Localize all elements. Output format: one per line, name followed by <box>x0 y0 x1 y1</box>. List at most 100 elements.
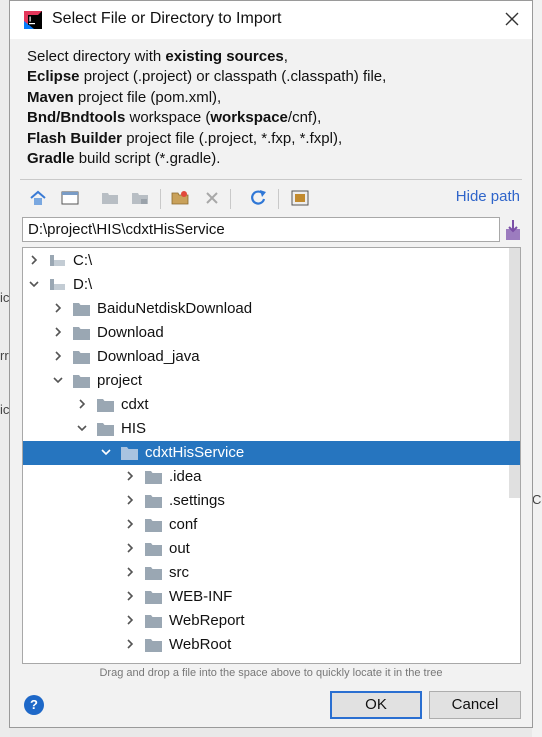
chevron-down-icon[interactable] <box>77 423 87 433</box>
folder-icon <box>145 615 162 628</box>
path-field[interactable] <box>22 217 500 242</box>
folder-icon <box>145 519 162 532</box>
tree-row[interactable]: HIS <box>23 417 508 441</box>
description-emphasis: Flash Builder <box>27 129 123 147</box>
show-hidden-button[interactable] <box>288 186 312 210</box>
refresh-button[interactable] <box>246 186 270 210</box>
chevron-right-icon[interactable] <box>125 543 135 553</box>
tree-row-label: out <box>169 540 190 557</box>
tree-row[interactable]: BaiduNetdiskDownload <box>23 297 508 321</box>
project-root-button[interactable] <box>98 186 122 210</box>
description-line: Select directory with existing sources, <box>27 47 386 67</box>
description-line: Eclipse project (.project) or classpath … <box>27 67 386 87</box>
hide-path-link[interactable]: Hide path <box>456 188 520 205</box>
description-segment: workspace ( <box>125 109 211 127</box>
folder-icon <box>145 495 162 508</box>
new-folder-button[interactable] <box>168 186 192 210</box>
tree-row[interactable]: .settings <box>23 489 508 513</box>
dialog-title: Select File or Directory to Import <box>52 10 282 27</box>
tree-row[interactable]: cdxtHisService <box>23 441 520 465</box>
chevron-right-icon[interactable] <box>77 399 87 409</box>
tree-row[interactable]: Download_java <box>23 345 508 369</box>
import-dialog: Select File or Directory to Import Selec… <box>9 0 533 728</box>
chevron-right-icon[interactable] <box>125 591 135 601</box>
chevron-right-icon[interactable] <box>125 615 135 625</box>
module-root-button[interactable] <box>128 186 152 210</box>
description-segment: project file (pom.xml), <box>73 88 222 106</box>
tree-row[interactable]: Download <box>23 321 508 345</box>
chevron-down-icon[interactable] <box>101 447 111 457</box>
tree-row[interactable]: out <box>23 537 508 561</box>
chevron-right-icon[interactable] <box>125 639 135 649</box>
desktop-button[interactable] <box>58 186 82 210</box>
delete-button[interactable] <box>200 186 224 210</box>
tree-row[interactable]: WebReport <box>23 609 508 633</box>
description-text: Select directory with existing sources, E… <box>27 47 386 169</box>
tree-row-label: WebRoot <box>169 636 232 653</box>
chevron-right-icon[interactable] <box>53 303 63 313</box>
chevron-right-icon[interactable] <box>125 495 135 505</box>
home-button[interactable] <box>26 186 50 210</box>
divider <box>20 179 522 180</box>
background-window-right: Co <box>532 0 542 737</box>
download-path-icon[interactable] <box>503 219 523 241</box>
folder-icon <box>73 303 90 316</box>
folder-icon <box>145 471 162 484</box>
tree-row[interactable]: src <box>23 561 508 585</box>
description-line: Maven project file (pom.xml), <box>27 88 386 108</box>
background-text: ic <box>0 402 10 417</box>
description-segment: Select directory with <box>27 48 166 65</box>
tree-row-label: WEB-INF <box>169 588 233 605</box>
cancel-button[interactable]: Cancel <box>429 691 521 719</box>
ok-button[interactable]: OK <box>330 691 422 719</box>
help-button[interactable]: ? <box>24 695 44 715</box>
chevron-down-icon[interactable] <box>29 279 39 289</box>
description-segment: project file (.project, *.fxp, *.fxpl), <box>122 129 343 147</box>
tree-row[interactable]: cdxt <box>23 393 508 417</box>
refresh-icon <box>251 190 266 205</box>
description-emphasis: Eclipse <box>27 68 80 86</box>
tree-row-label: D:\ <box>73 276 93 293</box>
folder-icon <box>145 543 162 556</box>
tree-row-label: HIS <box>121 420 147 437</box>
close-icon <box>505 12 519 26</box>
folder-icon <box>97 399 114 412</box>
description-emphasis: existing sources <box>165 48 284 65</box>
chevron-right-icon[interactable] <box>125 519 135 529</box>
tree-row[interactable]: WEB-INF <box>23 585 508 609</box>
folder-icon <box>73 351 90 364</box>
tree-row[interactable]: C:\ <box>23 249 508 273</box>
chevron-down-icon[interactable] <box>53 375 63 385</box>
tree-row-label: C:\ <box>73 252 93 269</box>
delete-icon <box>206 192 218 204</box>
file-tree[interactable]: C:\ D:\ BaiduNetdiskDownload Download Downlo… <box>22 247 521 664</box>
description-segment: build script (*.gradle). <box>74 150 221 168</box>
tree-row-label: Download <box>97 324 164 341</box>
close-button[interactable] <box>500 7 524 31</box>
chevron-right-icon[interactable] <box>53 327 63 337</box>
folder-icon <box>73 375 90 388</box>
show-hidden-icon <box>291 190 309 206</box>
new-folder-icon <box>171 191 189 205</box>
tree-row-label: cdxtHisService <box>145 444 245 461</box>
folder-icon <box>97 423 114 436</box>
title-bar: Select File or Directory to Import <box>10 1 532 39</box>
folder-icon <box>145 591 162 604</box>
description-segment: , <box>283 48 288 65</box>
tree-row[interactable]: conf <box>23 513 508 537</box>
tree-row[interactable]: D:\ <box>23 273 508 297</box>
description-emphasis: workspace <box>210 109 288 127</box>
chevron-right-icon[interactable] <box>125 471 135 481</box>
intellij-app-icon <box>24 11 42 29</box>
tree-row[interactable]: WebRoot <box>23 633 508 657</box>
chevron-right-icon[interactable] <box>53 351 63 361</box>
tree-row[interactable]: project <box>23 369 508 393</box>
toolbar-separator <box>160 189 161 209</box>
folder-icon <box>73 327 90 340</box>
drive-icon <box>50 255 65 266</box>
description-line: Bnd/Bndtools workspace (workspace/cnf), <box>27 108 386 128</box>
tree-row[interactable]: .idea <box>23 465 508 489</box>
project-folder-icon <box>102 193 118 204</box>
chevron-right-icon[interactable] <box>29 255 39 265</box>
chevron-right-icon[interactable] <box>125 567 135 577</box>
